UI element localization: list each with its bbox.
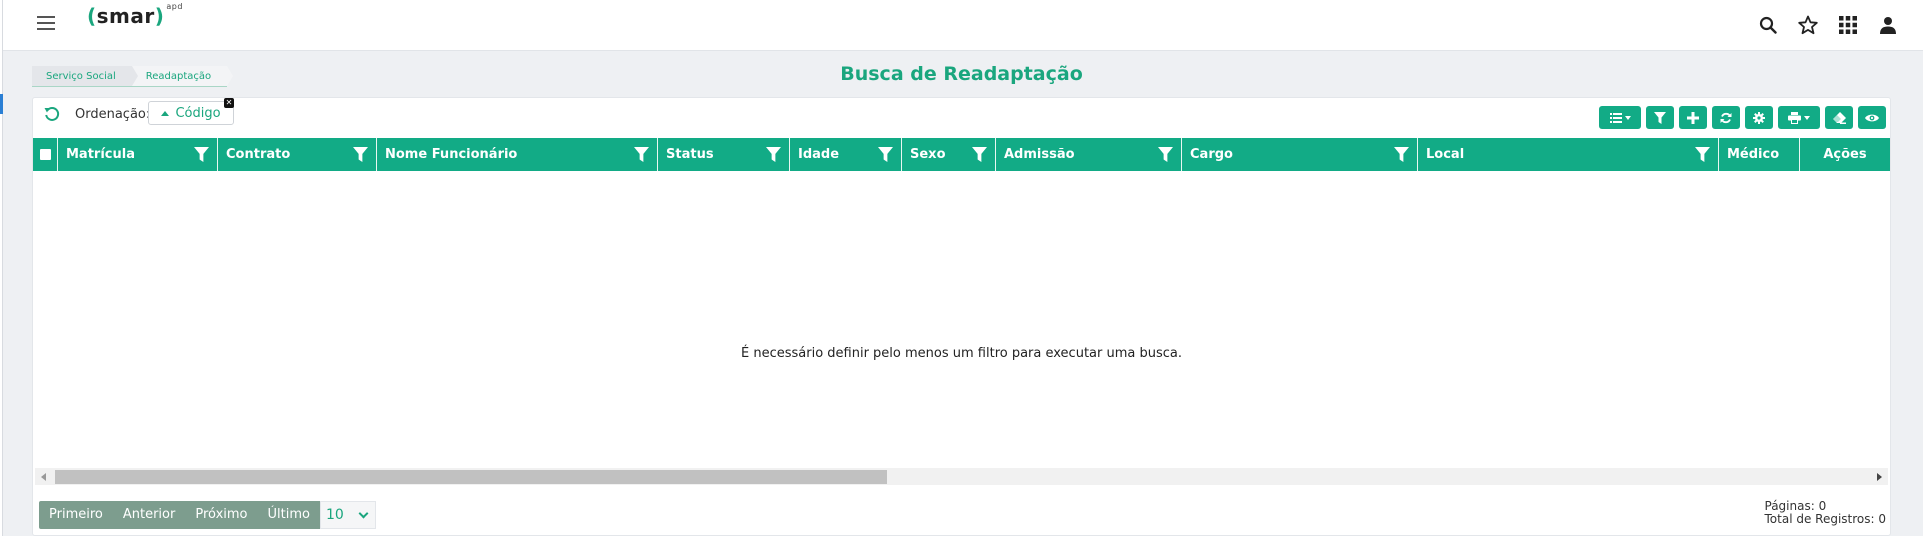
filter-icon[interactable] [633,147,649,163]
grid-toolbar [1599,106,1886,129]
column-header-sexo[interactable]: Sexo [902,138,996,171]
refresh-icon [1720,112,1732,123]
filter-icon[interactable] [877,147,893,163]
scroll-left-icon[interactable] [41,473,46,481]
column-header-idade[interactable]: Idade [790,138,902,171]
select-all-cell [33,138,58,171]
column-header-cargo[interactable]: Cargo [1182,138,1418,171]
search-icon[interactable] [1757,14,1779,36]
user-icon[interactable] [1877,14,1899,36]
horizontal-scrollbar[interactable] [35,468,1888,485]
filter-icon[interactable] [971,147,987,163]
column-header-matricula[interactable]: Matrícula [58,138,218,171]
sort-ascending-icon [161,110,170,116]
filter-icon[interactable] [765,147,781,163]
search-panel: Ordenação: Código ✕ Matrícula Contrato N… [32,97,1891,536]
column-label: Médico [1727,147,1780,162]
refresh-button[interactable] [1712,106,1740,129]
page-size-select[interactable]: 10 [319,501,376,529]
column-header-nome-funcionario[interactable]: Nome Funcionário [377,138,658,171]
previous-page-button[interactable]: Anterior [112,501,186,529]
settings-button[interactable] [1745,106,1773,129]
logo-paren-open: ( [87,4,97,28]
column-label: Cargo [1190,147,1233,162]
list-options-icon [1609,112,1622,123]
page-title-text: Busca de Readaptação [840,63,1083,85]
logo-superscript: apd [166,2,183,12]
grid-header: Matrícula Contrato Nome Funcionário Stat… [33,138,1890,171]
eraser-icon [1832,111,1846,124]
page-title: Busca de Readaptação [0,63,1923,85]
gear-icon [1753,111,1765,124]
clear-button[interactable] [1825,106,1853,129]
column-label: Idade [798,147,840,162]
column-header-acoes[interactable]: Ações [1800,138,1890,171]
reset-ordering-icon[interactable] [44,106,60,122]
edge-marker [0,94,3,114]
list-options-button[interactable] [1599,106,1641,129]
first-page-button[interactable]: Primeiro [39,501,113,529]
column-label: Local [1426,147,1465,162]
add-button[interactable] [1679,106,1707,129]
plus-icon [1687,111,1699,124]
column-label: Ações [1823,147,1867,162]
logo-paren-close: ) [154,4,165,28]
star-icon[interactable] [1797,14,1819,36]
empty-message: É necessário definir pelo menos um filtr… [741,346,1182,361]
caret-down-icon [1624,115,1631,120]
chevron-down-icon [358,508,369,518]
column-header-contrato[interactable]: Contrato [218,138,377,171]
logo-text: smar [96,4,155,28]
next-page-button[interactable]: Próximo [185,501,258,529]
result-stats: Páginas: 0 Total de Registros: 0 [1765,500,1887,526]
menu-icon[interactable] [37,16,55,30]
column-label: Status [666,147,714,162]
last-page-button[interactable]: Último [257,501,320,529]
topbar-actions [1757,14,1899,36]
page-size-value: 10 [325,507,344,523]
filter-icon [1654,111,1666,124]
filter-icon[interactable] [352,147,368,163]
select-all-checkbox[interactable] [39,149,51,160]
total-records: Total de Registros: 0 [1764,512,1887,526]
filter-icon[interactable] [1393,147,1409,163]
eye-icon [1865,114,1879,121]
ordering-chip-codigo[interactable]: Código [148,101,234,125]
filter-icon[interactable] [1694,147,1710,163]
filter-icon[interactable] [193,147,209,163]
print-button[interactable] [1778,106,1820,129]
filter-icon[interactable] [1157,147,1173,163]
column-label: Matrícula [66,147,135,162]
ordering-chip-label: Código [175,105,221,121]
column-label: Admissão [1004,147,1075,162]
column-label: Contrato [226,147,291,162]
column-header-medico[interactable]: Médico [1719,138,1800,171]
pagination: Primeiro Anterior Próximo Último 10 [39,501,376,529]
filter-button[interactable] [1646,106,1674,129]
column-header-local[interactable]: Local [1418,138,1719,171]
print-icon [1788,111,1801,124]
view-button[interactable] [1858,106,1886,129]
scrollbar-thumb[interactable] [55,470,887,484]
ordering-label: Ordenação: [75,107,151,122]
scroll-right-icon[interactable] [1877,473,1882,481]
column-label: Sexo [910,147,946,162]
caret-down-icon [1804,115,1810,120]
column-header-admissao[interactable]: Admissão [996,138,1182,171]
top-bar: (smar) apd [3,0,1923,51]
column-label: Nome Funcionário [385,147,518,162]
app-logo[interactable]: (smar) apd [87,2,183,28]
close-icon[interactable]: ✕ [224,98,234,108]
apps-grid-icon[interactable] [1837,14,1859,36]
column-header-status[interactable]: Status [658,138,790,171]
